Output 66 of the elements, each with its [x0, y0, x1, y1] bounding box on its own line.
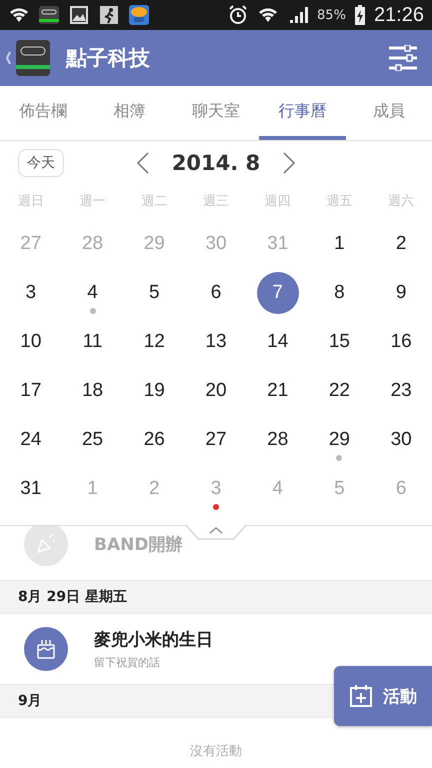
date-header: 8月 29日 星期五 — [0, 580, 432, 614]
calendar-day[interactable]: 12 — [133, 320, 176, 362]
calendar-day[interactable]: 22 — [318, 370, 360, 412]
settings-sliders-icon[interactable] — [388, 45, 418, 71]
calendar-day[interactable]: 3 — [10, 272, 52, 314]
calendar-day[interactable]: 10 — [10, 320, 52, 362]
calendar-day[interactable]: 19 — [133, 370, 176, 412]
previous-month-icon[interactable] — [136, 151, 150, 175]
calendar-day[interactable]: 27 — [194, 418, 237, 460]
calendar-day[interactable]: 24 — [10, 418, 52, 460]
clock-time: 21:26 — [374, 4, 424, 26]
weekday-label: 週三 — [202, 193, 230, 211]
calendar-day[interactable]: 7 — [256, 272, 299, 314]
weekday-label: 週四 — [264, 193, 292, 211]
calendar-day[interactable]: 15 — [318, 320, 360, 362]
tab[interactable]: 聊天室 — [172, 86, 260, 140]
calendar-day[interactable]: 5 — [133, 272, 176, 314]
calendar-day[interactable]: 23 — [380, 370, 422, 412]
app-notification-icon — [38, 4, 60, 26]
calendar-day[interactable]: 14 — [256, 320, 299, 362]
tab[interactable]: 相簿 — [86, 86, 173, 140]
signal-icon — [287, 4, 310, 26]
calendar-day[interactable]: 9 — [380, 272, 422, 314]
event-title[interactable]: 麥兜小米的生日 — [94, 628, 213, 651]
calendar-day[interactable]: 20 — [194, 370, 237, 412]
collapse-handle-icon[interactable] — [186, 525, 246, 541]
add-event-button[interactable]: 活動 — [334, 666, 432, 726]
calendar-day[interactable]: 11 — [72, 320, 114, 362]
event-subtitle: 留下祝賀的話 — [94, 655, 161, 670]
tab[interactable]: 成員 — [346, 86, 432, 140]
today-button[interactable]: 今天 — [18, 149, 64, 177]
back-band-logo-icon[interactable] — [4, 38, 52, 78]
alarm-clock-icon — [227, 4, 250, 26]
weekday-label: 週六 — [387, 193, 416, 211]
band-title: 點子科技 — [66, 45, 151, 72]
game-notification-icon — [128, 4, 150, 26]
calendar-day[interactable]: 25 — [72, 418, 114, 460]
calendar-day[interactable]: 8 — [318, 272, 360, 314]
calendar-day[interactable]: 29 — [318, 418, 360, 460]
cake-icon — [24, 627, 68, 671]
runner-icon — [98, 4, 120, 26]
calendar-day[interactable]: 26 — [133, 418, 176, 460]
calendar-day[interactable]: 4 — [72, 272, 114, 314]
calendar-day[interactable]: 28 — [256, 418, 299, 460]
weekday-label: 週一 — [78, 193, 107, 211]
calendar-day[interactable]: 2 — [380, 222, 422, 264]
image-icon — [68, 4, 90, 26]
weekday-label: 週日 — [16, 193, 45, 211]
weekday-label: 週二 — [140, 193, 168, 211]
calendar-day[interactable]: 18 — [72, 370, 114, 412]
calendar-day[interactable]: 13 — [194, 320, 237, 362]
tab[interactable]: 佈告欄 — [0, 86, 86, 140]
empty-message: 沒有活動 — [189, 743, 243, 760]
charging-battery-icon — [354, 4, 366, 26]
calendar-day[interactable]: 6 — [194, 272, 237, 314]
next-month-icon[interactable] — [282, 151, 296, 175]
calendar-day[interactable]: 16 — [380, 320, 422, 362]
calendar-add-icon — [349, 684, 373, 708]
month-title: 2014. 8 — [172, 151, 260, 175]
calendar-day[interactable]: 31 — [10, 468, 52, 510]
calendar-day[interactable]: 30 — [380, 418, 422, 460]
weekday-label: 週五 — [325, 193, 354, 211]
calendar-day[interactable]: 21 — [256, 370, 299, 412]
calendar-day[interactable]: 1 — [318, 222, 360, 264]
calendar-day[interactable]: 17 — [10, 370, 52, 412]
battery-percentage: 85% — [317, 8, 346, 22]
